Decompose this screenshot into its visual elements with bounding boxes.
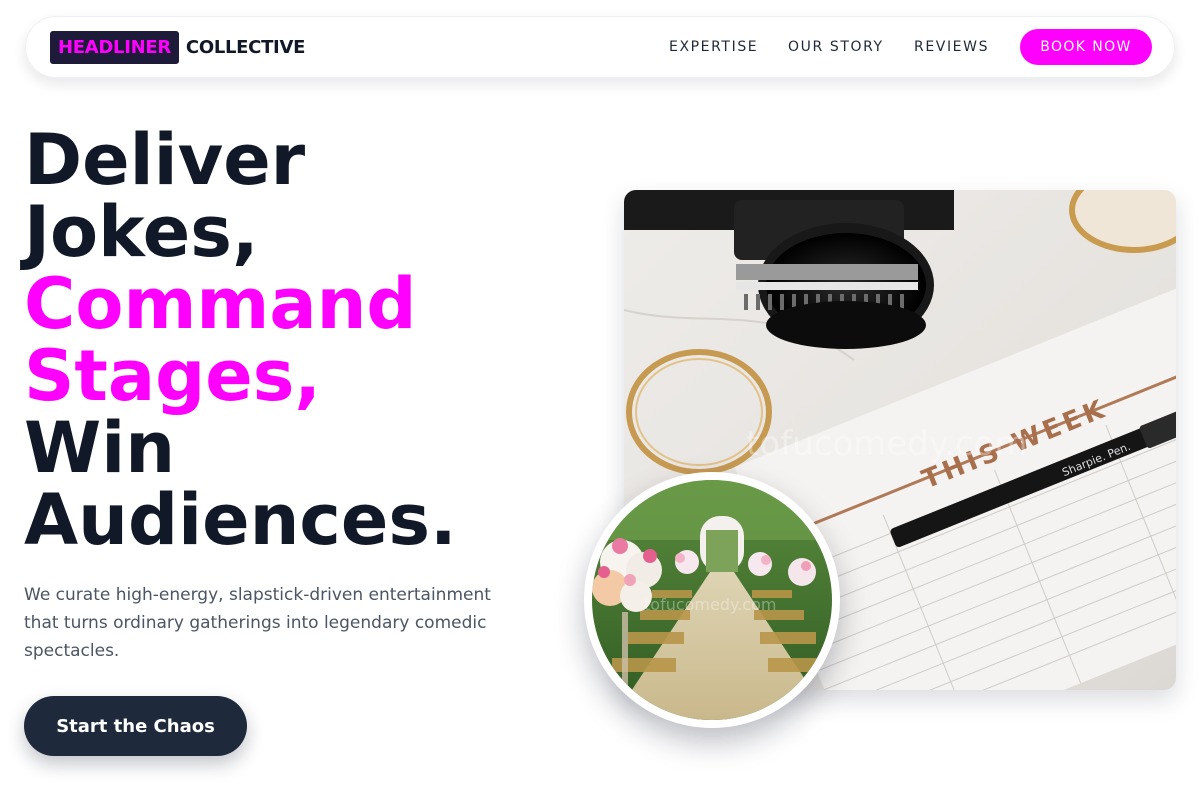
hero-subtext: We curate high-energy, slapstick-driven … [24, 585, 491, 661]
wedding-aisle-illustration: tofucomedy.com [592, 480, 832, 720]
headline-line-2: Jokes, [24, 191, 259, 273]
headline-line-4: Stages, [24, 335, 321, 417]
hero-photo-aisle: tofucomedy.com [584, 472, 840, 728]
brand-logo[interactable]: HEADLINER COLLECTIVE [50, 31, 305, 64]
book-now-button[interactable]: BOOK NOW [1020, 29, 1152, 65]
headline-line-3: Command [24, 263, 417, 345]
circle-photo-watermark: tofucomedy.com [644, 595, 776, 614]
nav-link-reviews[interactable]: REVIEWS [914, 39, 989, 55]
start-the-chaos-button[interactable]: Start the Chaos [24, 696, 247, 756]
hero-headline: Deliver Jokes, Command Stages, Win Audie… [24, 124, 584, 556]
photo-watermark: tofucomedy.com [746, 424, 1027, 464]
headline-line-5: Win [24, 407, 176, 489]
headline-line-6: Audiences. [24, 479, 457, 561]
nav-link-expertise[interactable]: EXPERTISE [669, 39, 758, 55]
nav-link-our-story[interactable]: OUR STORY [788, 39, 884, 55]
top-navbar: HEADLINER COLLECTIVE EXPERTISE OUR STORY… [25, 16, 1175, 78]
headline-line-1: Deliver [24, 119, 306, 201]
logo-highlight: HEADLINER [50, 31, 179, 64]
logo-text: COLLECTIVE [185, 37, 306, 58]
